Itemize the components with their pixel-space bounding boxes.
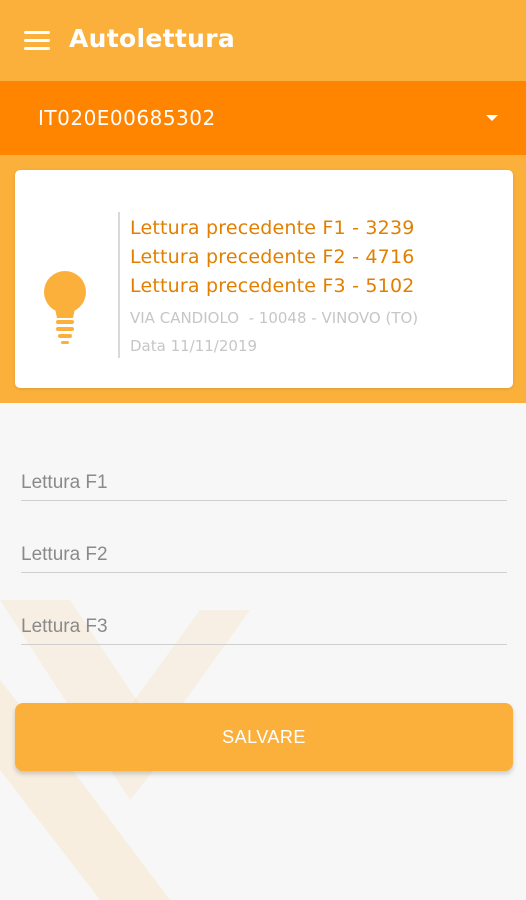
- previous-reading-f3: Lettura precedente F3 - 5102: [130, 275, 415, 297]
- card-divider: [118, 212, 120, 358]
- supply-address: VIA CANDIOLO - 10048 - VINOVO (TO): [130, 309, 419, 327]
- app-screen: Autolettura IT020E00685302 Lettura prece…: [0, 0, 526, 900]
- previous-reading-f1: Lettura precedente F1 - 3239: [130, 217, 415, 239]
- page-title: Autolettura: [69, 24, 235, 53]
- reading-f1-input[interactable]: [21, 465, 507, 500]
- app-bar: Autolettura: [0, 0, 526, 81]
- meter-selector-value: IT020E00685302: [38, 106, 216, 130]
- reading-date: Data 11/11/2019: [130, 337, 258, 355]
- reading-f3-input[interactable]: [21, 609, 507, 644]
- reading-f2-input[interactable]: [21, 537, 507, 572]
- hamburger-menu-icon[interactable]: [24, 26, 56, 54]
- dropdown-caret-icon: [486, 115, 498, 121]
- reading-f1-field: [21, 465, 507, 501]
- meter-selector-dropdown[interactable]: IT020E00685302: [0, 81, 526, 155]
- reading-f2-field: [21, 537, 507, 573]
- save-button[interactable]: SALVARE: [15, 703, 513, 771]
- previous-reading-f2: Lettura precedente F2 - 4716: [130, 246, 415, 268]
- lightbulb-icon: [44, 271, 86, 344]
- reading-f3-field: [21, 609, 507, 645]
- previous-readings-card: Lettura precedente F1 - 3239 Lettura pre…: [15, 170, 513, 388]
- card-text: Lettura precedente F1 - 3239 Lettura pre…: [130, 214, 418, 360]
